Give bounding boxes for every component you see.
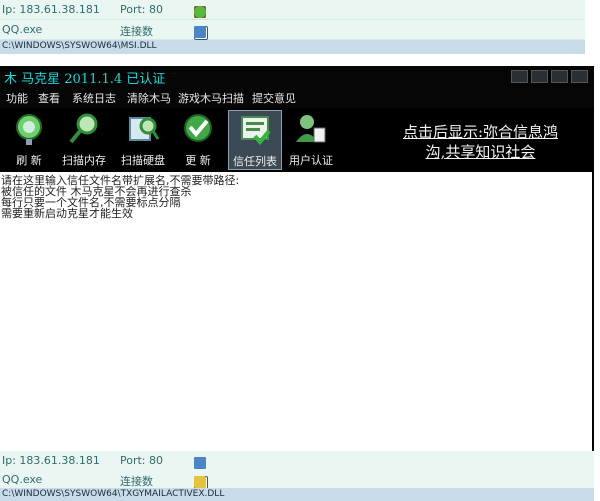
trust-list-icon — [241, 116, 271, 146]
bottom-status-row-process: QQ.exe 连接数 — [0, 470, 594, 490]
bottom-status-row-ip: Ip: 183.61.38.181 Port: 80 — [0, 451, 594, 471]
user-auth-icon — [296, 115, 326, 143]
refresh-label: 刷 新 — [16, 154, 42, 167]
promo-link[interactable]: 点击后显示:弥合信息鸿 沟,共享知识社会 — [378, 122, 583, 162]
top-port-label: Port: 80 — [120, 3, 164, 16]
scan-memory-button[interactable]: 扫描内存 — [58, 110, 110, 168]
bottom-path-text: C:\WINDOWS\SYSWOW64\TXGYMAILACTIVEX.DLL — [2, 489, 225, 499]
globe-refresh-icon — [16, 114, 42, 145]
leaf-icon — [194, 6, 206, 18]
top-status-row-ip: Ip: 183.61.38.181 Port: 80 — [0, 0, 585, 20]
trust-list-button[interactable]: 信任列表 — [228, 110, 282, 170]
bottom-process-label: QQ.exe — [2, 473, 43, 486]
promo-line-1: 点击后显示:弥合信息鸿 — [402, 123, 559, 141]
update-check-icon — [184, 114, 212, 142]
user-auth-button[interactable]: 用户认证 — [286, 110, 336, 168]
top-process-label: QQ.exe — [2, 23, 43, 36]
update-label: 更 新 — [185, 154, 211, 167]
scan-disk-button[interactable]: 扫描硬盘 — [116, 110, 170, 168]
help-button[interactable] — [511, 70, 528, 83]
menu-item-view[interactable]: 查看 — [38, 90, 60, 106]
bottom-port-label: Port: 80 — [120, 454, 164, 467]
menu-item-features[interactable]: 功能 — [6, 90, 28, 106]
update-button[interactable]: 更 新 — [176, 110, 220, 168]
magnifier-memory-icon — [69, 113, 98, 144]
menu-item-game-trojan-scan[interactable]: 游戏木马扫描 — [178, 90, 244, 106]
main-window: 木 马克星 2011.1.4 已认证 功能 查看 系统日志 清除木马 游戏木马扫… — [0, 66, 594, 501]
top-status-row-process: QQ.exe 连接数 — [0, 20, 585, 40]
bottom-conn-label: 连接数 — [120, 475, 153, 488]
magnifier-disk-icon — [129, 117, 160, 141]
trust-list-label: 信任列表 — [233, 155, 277, 168]
network-icon — [194, 26, 206, 38]
menu-item-system-log[interactable]: 系统日志 — [72, 90, 116, 106]
window-title: 木 马克星 2011.1.4 已认证 — [4, 72, 166, 87]
maximize-button[interactable] — [551, 70, 568, 83]
menu-item-feedback[interactable]: 提交意见 — [252, 90, 296, 106]
top-ip-label: Ip: 183.61.38.181 — [2, 3, 100, 16]
menu-item-remove-trojan[interactable]: 清除木马 — [127, 90, 171, 106]
menu-bar: 功能 查看 系统日志 清除木马 游戏木马扫描 提交意见 — [0, 87, 594, 108]
user-auth-label: 用户认证 — [289, 154, 333, 167]
bottom-path-bar: C:\WINDOWS\SYSWOW64\TXGYMAILACTIVEX.DLL — [0, 488, 594, 501]
scan-memory-label: 扫描内存 — [62, 154, 106, 167]
bottom-ip-label: Ip: 183.61.38.181 — [2, 454, 100, 467]
scan-disk-label: 扫描硬盘 — [121, 154, 165, 167]
bottom-status-panel: Ip: 183.61.38.181 Port: 80 QQ.exe 连接数 C:… — [0, 451, 594, 501]
top-path-bar: C:\WINDOWS\SYSWOW64\MSI.DLL — [0, 40, 585, 54]
minimize-button[interactable] — [531, 70, 548, 83]
title-bar[interactable]: 木 马克星 2011.1.4 已认证 — [0, 66, 594, 87]
top-path-text: C:\WINDOWS\SYSWOW64\MSI.DLL — [2, 41, 157, 51]
network-icon — [194, 457, 206, 469]
top-conn-label: 连接数 — [120, 25, 153, 38]
refresh-button[interactable]: 刷 新 — [6, 110, 52, 168]
pencil-icon — [194, 476, 206, 488]
close-button[interactable] — [571, 70, 588, 83]
editor-line: 需要重新启动克星才能生效 — [1, 207, 133, 220]
window-controls — [511, 70, 588, 83]
promo-line-2: 沟,共享知识社会 — [425, 143, 536, 161]
top-status-panel: Ip: 183.61.38.181 Port: 80 QQ.exe 连接数 C:… — [0, 0, 600, 58]
